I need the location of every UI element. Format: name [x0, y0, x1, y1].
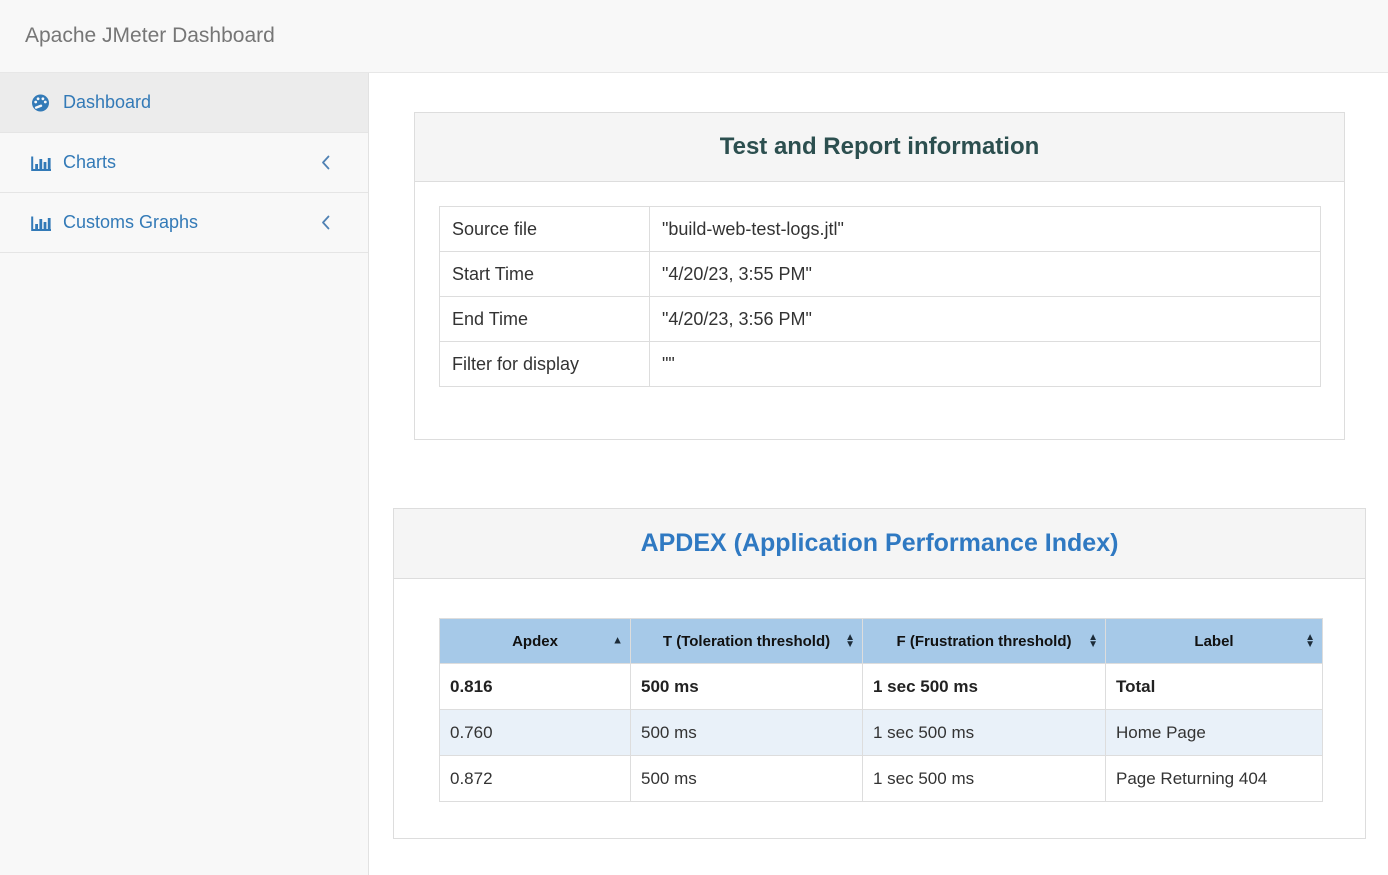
sample-label: Total — [1106, 664, 1323, 710]
sidebar-item-charts[interactable]: Charts — [0, 133, 368, 193]
column-header-label: Apdex — [512, 633, 558, 650]
main-content: Test and Report information Source file … — [370, 73, 1388, 875]
dashboard-gauge-icon — [30, 93, 54, 113]
table-row: Source file "build-web-test-logs.jtl" — [440, 207, 1321, 252]
column-header-frustration[interactable]: F (Frustration threshold) ▲▼ — [863, 619, 1106, 664]
app-header: Apache JMeter Dashboard — [0, 0, 1388, 73]
apdex-score: 0.816 — [440, 664, 631, 710]
apdex-panel-title: APDEX (Application Performance Index) — [641, 529, 1119, 558]
bar-chart-icon — [30, 213, 54, 233]
info-label: End Time — [440, 297, 650, 342]
test-info-panel-heading: Test and Report information — [415, 113, 1344, 182]
info-label: Source file — [440, 207, 650, 252]
info-value: "" — [650, 342, 1321, 387]
test-info-table: Source file "build-web-test-logs.jtl" St… — [439, 206, 1321, 387]
sort-both-icon: ▲▼ — [845, 634, 855, 648]
chevron-left-icon — [321, 215, 330, 230]
frustration-threshold: 1 sec 500 ms — [863, 756, 1106, 802]
test-info-panel-body: Source file "build-web-test-logs.jtl" St… — [415, 182, 1344, 387]
info-label: Filter for display — [440, 342, 650, 387]
apdex-score: 0.872 — [440, 756, 631, 802]
sidebar-item-label: Customs Graphs — [63, 212, 198, 233]
column-header-label-col[interactable]: Label ▲▼ — [1106, 619, 1323, 664]
sidebar-item-customs-graphs[interactable]: Customs Graphs — [0, 193, 368, 253]
apdex-table: Apdex ▲ T (Toleration threshold) ▲▼ F (F… — [439, 618, 1323, 802]
table-row: 0.816 500 ms 1 sec 500 ms Total — [440, 664, 1323, 710]
table-row: End Time "4/20/23, 3:56 PM" — [440, 297, 1321, 342]
column-header-apdex[interactable]: Apdex ▲ — [440, 619, 631, 664]
column-header-label: F (Frustration threshold) — [897, 633, 1072, 650]
sample-label: Home Page — [1106, 710, 1323, 756]
info-value: "4/20/23, 3:55 PM" — [650, 252, 1321, 297]
sidebar-item-label: Dashboard — [63, 92, 151, 113]
table-row: Start Time "4/20/23, 3:55 PM" — [440, 252, 1321, 297]
sidebar: Dashboard Charts — [0, 73, 369, 875]
apdex-panel-body: Apdex ▲ T (Toleration threshold) ▲▼ F (F… — [394, 579, 1365, 802]
apdex-panel: APDEX (Application Performance Index) Ap… — [393, 508, 1366, 839]
sort-both-icon: ▲▼ — [1305, 634, 1315, 648]
app-title: Apache JMeter Dashboard — [25, 24, 275, 48]
toleration-threshold: 500 ms — [631, 756, 863, 802]
toleration-threshold: 500 ms — [631, 664, 863, 710]
toleration-threshold: 500 ms — [631, 710, 863, 756]
screen: Apache JMeter Dashboard Dashboard — [0, 0, 1388, 875]
apdex-score: 0.760 — [440, 710, 631, 756]
sample-label: Page Returning 404 — [1106, 756, 1323, 802]
column-header-label: Label — [1194, 633, 1233, 650]
column-header-toleration[interactable]: T (Toleration threshold) ▲▼ — [631, 619, 863, 664]
info-value: "4/20/23, 3:56 PM" — [650, 297, 1321, 342]
frustration-threshold: 1 sec 500 ms — [863, 664, 1106, 710]
test-info-panel-title: Test and Report information — [720, 133, 1040, 161]
table-row: 0.760 500 ms 1 sec 500 ms Home Page — [440, 710, 1323, 756]
sort-ascending-icon: ▲ — [612, 636, 623, 647]
table-row: 0.872 500 ms 1 sec 500 ms Page Returning… — [440, 756, 1323, 802]
apdex-panel-heading: APDEX (Application Performance Index) — [394, 509, 1365, 579]
chevron-left-icon — [321, 155, 330, 170]
sort-both-icon: ▲▼ — [1088, 634, 1098, 648]
info-value: "build-web-test-logs.jtl" — [650, 207, 1321, 252]
bar-chart-icon — [30, 153, 54, 173]
sidebar-item-label: Charts — [63, 152, 116, 173]
column-header-label: T (Toleration threshold) — [663, 633, 830, 650]
info-label: Start Time — [440, 252, 650, 297]
sidebar-item-dashboard[interactable]: Dashboard — [0, 73, 368, 133]
table-row: Filter for display "" — [440, 342, 1321, 387]
apdex-header-row: Apdex ▲ T (Toleration threshold) ▲▼ F (F… — [440, 619, 1323, 664]
frustration-threshold: 1 sec 500 ms — [863, 710, 1106, 756]
test-info-panel: Test and Report information Source file … — [414, 112, 1345, 440]
